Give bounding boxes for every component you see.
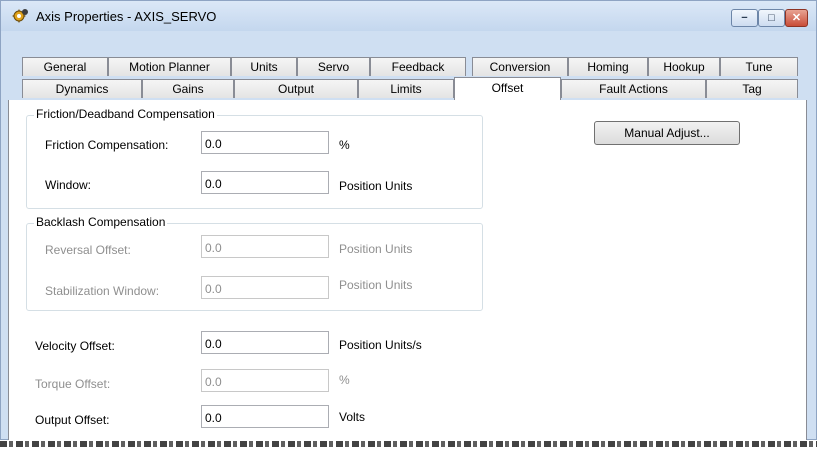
tab-gains[interactable]: Gains <box>142 79 234 98</box>
title-bar[interactable]: Axis Properties - AXIS_SERVO − □ ✕ <box>1 1 816 31</box>
torque-offset-label: Torque Offset: <box>35 377 111 391</box>
tab-servo[interactable]: Servo <box>297 57 370 76</box>
tab-tag[interactable]: Tag <box>706 79 798 98</box>
stabilization-window-label: Stabilization Window: <box>45 284 160 298</box>
friction-group-title: Friction/Deadband Compensation <box>34 107 217 121</box>
tab-hookup[interactable]: Hookup <box>648 57 720 76</box>
reversal-offset-input[interactable] <box>201 235 329 258</box>
maximize-icon: □ <box>768 12 775 24</box>
tab-feedback[interactable]: Feedback <box>370 57 466 76</box>
backlash-group-title: Backlash Compensation <box>34 215 168 229</box>
minimize-icon: − <box>741 12 748 24</box>
cropped-edge-divider <box>0 441 817 447</box>
velocity-offset-input[interactable] <box>201 331 329 354</box>
tab-offset[interactable]: Offset <box>454 77 561 100</box>
close-icon: ✕ <box>791 12 802 24</box>
velocity-offset-unit: Position Units/s <box>339 338 422 352</box>
gear-icon <box>11 8 29 24</box>
stabilization-window-input[interactable] <box>201 276 329 299</box>
manual-adjust-button[interactable]: Manual Adjust... <box>594 121 740 145</box>
output-offset-input[interactable] <box>201 405 329 428</box>
tab-units[interactable]: Units <box>231 57 297 76</box>
reversal-offset-label: Reversal Offset: <box>45 243 131 257</box>
tab-dynamics[interactable]: Dynamics <box>22 79 142 98</box>
reversal-offset-unit: Position Units <box>339 242 413 256</box>
window-label: Window: <box>45 178 92 192</box>
window-unit: Position Units <box>339 179 413 193</box>
stabilization-window-unit: Position Units <box>339 278 413 292</box>
close-button[interactable]: ✕ <box>785 9 808 27</box>
velocity-offset-label: Velocity Offset: <box>35 339 115 353</box>
window-title: Axis Properties - AXIS_SERVO <box>36 9 217 24</box>
torque-offset-unit: % <box>339 373 350 387</box>
minimize-button[interactable]: − <box>731 9 758 27</box>
tab-motion-planner[interactable]: Motion Planner <box>108 57 231 76</box>
tab-fault-actions[interactable]: Fault Actions <box>561 79 706 98</box>
friction-comp-input[interactable] <box>201 131 329 154</box>
tab-output[interactable]: Output <box>234 79 358 98</box>
window-input[interactable] <box>201 171 329 194</box>
torque-offset-input[interactable] <box>201 369 329 392</box>
friction-comp-unit: % <box>339 138 350 152</box>
friction-deadband-group <box>26 115 483 209</box>
maximize-button[interactable]: □ <box>758 9 785 27</box>
tab-general[interactable]: General <box>22 57 108 76</box>
tab-limits[interactable]: Limits <box>358 79 454 98</box>
output-offset-unit: Volts <box>339 410 366 424</box>
output-offset-label: Output Offset: <box>35 413 110 427</box>
tab-tune[interactable]: Tune <box>720 57 798 76</box>
tab-conversion[interactable]: Conversion <box>472 57 568 76</box>
tab-homing[interactable]: Homing <box>568 57 648 76</box>
friction-comp-label: Friction Compensation: <box>45 138 169 152</box>
